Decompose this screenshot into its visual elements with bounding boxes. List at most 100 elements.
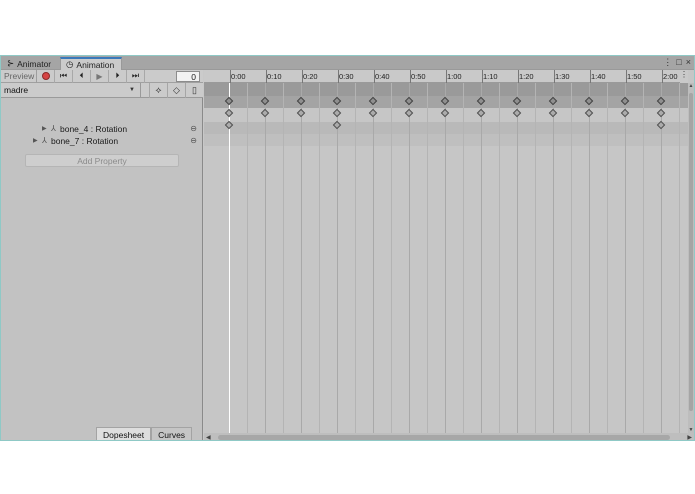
scroll-thumb[interactable] (689, 93, 693, 411)
summary-band (204, 83, 688, 108)
keyframe-bone4[interactable] (620, 108, 630, 118)
visibility-icon[interactable]: ⊖ (190, 123, 197, 135)
scroll-right-icon[interactable]: ▶ (687, 434, 692, 440)
chevron-down-icon: ▼ (129, 87, 135, 93)
grid-line (499, 83, 500, 433)
prev-key-icon: ⏴ (79, 71, 84, 80)
keyframe-bone4[interactable] (404, 108, 414, 118)
expand-arrow-icon[interactable]: ▶ (33, 135, 38, 147)
grid-line (625, 83, 626, 433)
grid-line (337, 83, 338, 433)
grid-line (463, 83, 464, 433)
grid-line (355, 83, 356, 433)
tab-animator-label: Animator (17, 58, 52, 69)
keyframe-bone4[interactable] (368, 108, 378, 118)
prev-key-button[interactable]: ⏴ (73, 69, 91, 83)
last-key-button[interactable]: ⏭ (127, 69, 145, 83)
expand-arrow-icon[interactable]: ▶ (42, 123, 47, 135)
property-row-bone7[interactable]: ▶ ⅄ bone_7 : Rotation ⊖ (1, 135, 203, 147)
grid-line (373, 83, 374, 433)
keyframe-bone4[interactable] (332, 108, 342, 118)
next-key-icon: ⏵ (115, 71, 120, 80)
bone7-track (204, 134, 688, 146)
record-icon (41, 72, 50, 80)
grid-line (481, 83, 482, 433)
keyframe-bone4[interactable] (224, 108, 234, 118)
visibility-icon[interactable]: ⊖ (190, 135, 197, 147)
scroll-thumb[interactable] (218, 435, 670, 440)
ruler-label: 0:20 (303, 72, 318, 81)
add-property-button[interactable]: Add Property (25, 154, 179, 167)
grid-line (679, 83, 680, 433)
add-keyframe-button[interactable]: ⟡ (149, 83, 167, 98)
time-ruler[interactable]: ⋮ 0:00 0:10 0:20 0:30 0:40 0:50 1:00 1:10 1:20 1:… (204, 70, 688, 83)
tab-bar: ⊱ Animator ◷ Animation ⋮ □ × (1, 56, 694, 70)
playhead[interactable] (229, 83, 230, 433)
ruler-label: 1:20 (519, 72, 534, 81)
grid-line (661, 83, 662, 433)
window-controls: ⋮ □ × (663, 57, 691, 68)
ruler-label: 1:50 (627, 72, 642, 81)
record-button[interactable] (37, 69, 55, 83)
grid-line (553, 83, 554, 433)
grid-line (643, 83, 644, 433)
bone4-track (204, 122, 688, 134)
grid-line (319, 83, 320, 433)
clip-dropdown[interactable]: madre ▼ (1, 83, 141, 98)
animator-icon: ⊱ (7, 58, 15, 68)
next-key-button[interactable]: ⏵ (109, 69, 127, 83)
clip-name: madre (4, 85, 29, 95)
ruler-label: 2:00 (663, 72, 678, 81)
grid-line (391, 83, 392, 433)
grid-line (607, 83, 608, 433)
property-label: bone_4 : Rotation (60, 124, 128, 134)
dopesheet-timeline[interactable]: ⋮ 0:00 0:10 0:20 0:30 0:40 0:50 1:00 1:10 1:20 1:… (204, 70, 694, 440)
horizontal-scrollbar[interactable]: ◀ ▶ (204, 433, 694, 440)
add-event-icon: ◇ (173, 85, 180, 95)
ruler-label: 0:40 (375, 72, 390, 81)
keyframe-bone4[interactable] (656, 108, 666, 118)
filter-button[interactable]: ▯ (185, 83, 203, 98)
keyframe-bone4[interactable] (440, 108, 450, 118)
view-tabs: Dopesheet Curves (96, 427, 193, 440)
keyframe-bone4[interactable] (260, 108, 270, 118)
bone-icon: ⅄ (42, 136, 47, 145)
keyframe-bone4[interactable] (512, 108, 522, 118)
keyframe-bone4[interactable] (296, 108, 306, 118)
scroll-left-icon[interactable]: ◀ (206, 434, 211, 440)
play-button[interactable]: ▶ (91, 69, 109, 83)
grid-line (589, 83, 590, 433)
frame-input[interactable]: 0 (176, 71, 200, 82)
keyframe-bone4[interactable] (584, 108, 594, 118)
keyframe-bone4[interactable] (476, 108, 486, 118)
grid-line (283, 83, 284, 433)
preview-button[interactable]: Preview (1, 69, 37, 83)
add-event-button[interactable]: ◇ (167, 83, 185, 98)
grid-line (517, 83, 518, 433)
last-key-icon: ⏭ (131, 71, 140, 80)
add-keyframe-icon: ⟡ (155, 85, 162, 95)
kebab-menu-icon[interactable]: ⋮ (663, 57, 672, 68)
close-icon[interactable]: × (686, 57, 691, 68)
ruler-label: 1:40 (591, 72, 606, 81)
first-key-button[interactable]: ⏮ (55, 69, 73, 83)
grid-line (247, 83, 248, 433)
tab-curves[interactable]: Curves (151, 427, 193, 440)
animation-clock-icon: ◷ (66, 59, 74, 69)
grid-line (427, 83, 428, 433)
tab-animator[interactable]: ⊱ Animator (2, 57, 56, 70)
tab-animation[interactable]: ◷ Animation (60, 57, 122, 70)
first-key-icon: ⏮ (59, 71, 68, 80)
vertical-scrollbar[interactable]: ▲ ▼ (688, 83, 694, 433)
ruler-label: 1:10 (483, 72, 498, 81)
ruler-label: 1:30 (555, 72, 570, 81)
keyframe-bone4[interactable] (548, 108, 558, 118)
animation-window: ⊱ Animator ◷ Animation ⋮ □ × Preview ⏮ ⏴… (0, 55, 695, 441)
grid-line (409, 83, 410, 433)
tab-dopesheet[interactable]: Dopesheet (96, 427, 152, 440)
scroll-up-icon[interactable]: ▲ (688, 83, 694, 89)
maximize-icon[interactable]: □ (676, 57, 681, 68)
property-row-bone4[interactable]: ▶ ⅄ bone_4 : Rotation ⊖ (1, 123, 203, 135)
kebab-menu-icon[interactable]: ⋮ (680, 70, 688, 83)
ruler-label: 0:00 (231, 72, 246, 81)
